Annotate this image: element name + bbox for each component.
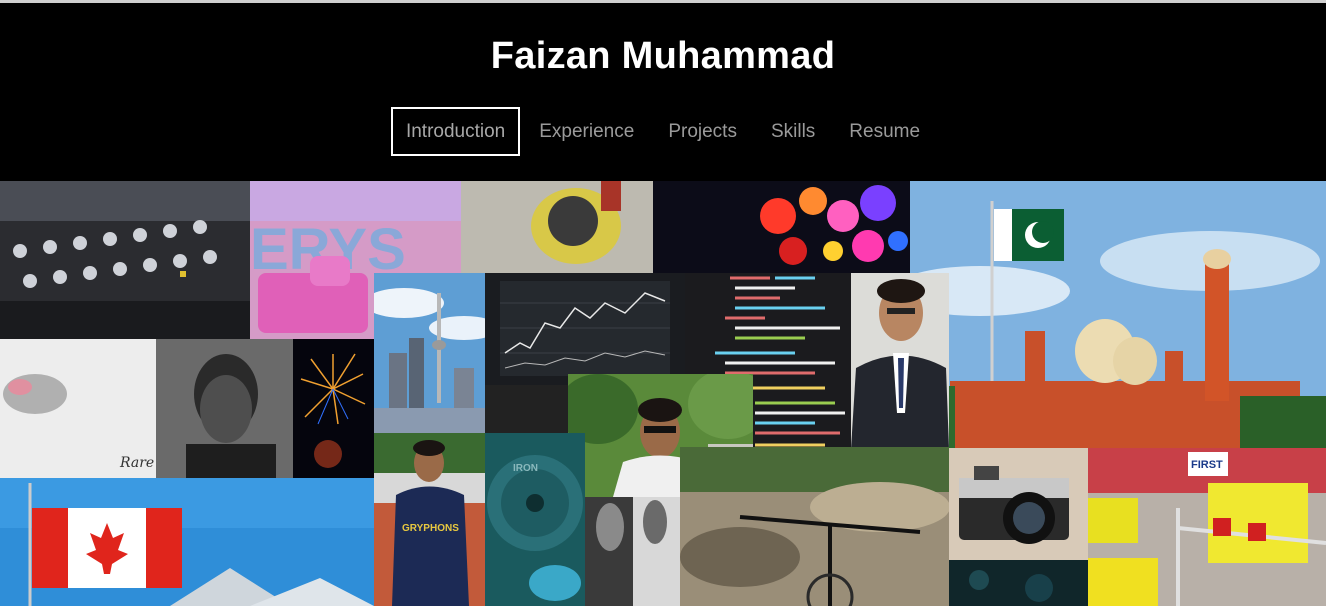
nav-introduction[interactable]: Introduction bbox=[390, 107, 521, 156]
nav-experience[interactable]: Experience bbox=[524, 107, 649, 156]
nav-projects[interactable]: Projects bbox=[653, 107, 752, 156]
nav-skills[interactable]: Skills bbox=[756, 107, 830, 156]
track-jersey-photo: GRYPHONS bbox=[374, 433, 485, 606]
shoes-bw-photo bbox=[585, 497, 680, 606]
jersey-text: GRYPHONS bbox=[402, 523, 459, 534]
portrait-bw-photo bbox=[156, 339, 293, 478]
mixer-photo bbox=[0, 181, 250, 339]
stock-monitor-photo bbox=[485, 273, 685, 385]
toronto-skyline-photo bbox=[374, 273, 485, 433]
lights-photo bbox=[653, 181, 910, 273]
canada-flag-photo bbox=[0, 478, 374, 606]
fireworks-photo bbox=[293, 339, 374, 478]
lahore-mosque-photo bbox=[910, 181, 1326, 448]
plate-text: IRON bbox=[513, 463, 538, 474]
site-title: Faizan Muhammad bbox=[490, 35, 836, 77]
sketch-photo: Rare bbox=[0, 339, 156, 478]
robotics-photo: FIRST bbox=[1088, 448, 1326, 606]
banner-text: FIRST bbox=[1191, 459, 1223, 471]
nav-resume[interactable]: Resume bbox=[834, 107, 935, 156]
gadget-photo bbox=[461, 181, 653, 273]
album-script-text: Rare bbox=[119, 455, 154, 471]
main-nav: Introduction Experience Projects Skills … bbox=[0, 107, 1326, 156]
photo-collage: ERYS Rare GRYPHONS IRON FIRST bbox=[0, 181, 1326, 606]
headshot-photo bbox=[851, 273, 949, 449]
mountain-bike-photo bbox=[680, 447, 949, 606]
weight-plate-photo: IRON bbox=[485, 433, 585, 606]
camera-photo bbox=[949, 448, 1088, 560]
bokeh-photo bbox=[949, 560, 1088, 606]
site-header: Faizan Muhammad Introduction Experience … bbox=[0, 3, 1326, 181]
